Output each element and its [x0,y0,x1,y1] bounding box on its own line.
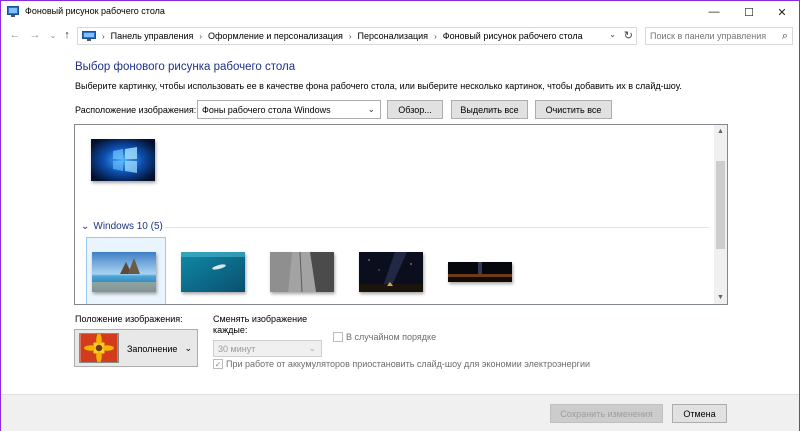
picture-location-value: Фоны рабочего стола Windows [202,104,331,115]
forward-arrow-icon[interactable]: → [27,27,43,43]
wallpaper-thumbnail[interactable] [270,252,334,292]
chevron-down-icon: ⌄ [184,343,192,353]
search-icon[interactable]: ⌕ [782,30,788,43]
wallpaper-thumbnail[interactable] [91,139,155,181]
picture-location-select[interactable]: Фоны рабочего стола Windows ⌄ [197,100,381,119]
chevron-down-icon: ⌄ [367,104,375,114]
picture-position-value: Заполнение [127,344,178,354]
breadcrumb-separator: › [348,31,352,41]
page-description: Выберите картинку, чтобы использовать ее… [75,81,682,91]
scroll-thumb[interactable] [716,161,725,249]
group-header[interactable]: ⌄ Windows 10 (5) [81,221,163,232]
refresh-icon[interactable]: ↻ [624,29,633,42]
chevron-down-icon: ⌄ [308,343,316,353]
group-title: Windows 10 (5) [93,221,163,232]
footer-bar: Сохранить изменения Отмена [1,394,799,431]
maximize-button[interactable]: ☐ [732,1,766,23]
change-interval-label: Сменять изображение каждые: [213,314,308,335]
shuffle-checkbox[interactable] [333,332,343,342]
wallpaper-thumbnail[interactable] [181,252,245,292]
control-panel-icon [82,31,96,41]
window-title: Фоновый рисунок рабочего стола [25,6,165,16]
address-bar[interactable]: › Панель управления › Оформление и персо… [77,27,637,45]
title-bar: Фоновый рисунок рабочего стола — ☐ ✕ [1,1,799,23]
clear-all-button[interactable]: Очистить все [535,100,612,119]
shuffle-label: В случайном порядке [346,332,437,342]
breadcrumb-desktop-background[interactable]: Фоновый рисунок рабочего стола [443,31,583,41]
address-dropdown-icon[interactable]: ⌄ [609,30,616,39]
window: Фоновый рисунок рабочего стола — ☐ ✕ ← →… [0,0,800,431]
scroll-up-icon[interactable]: ▲ [714,125,727,138]
control-panel-icon [7,6,19,17]
minimize-button[interactable]: — [697,1,731,23]
change-interval-value: 30 минут [218,343,256,354]
cancel-button[interactable]: Отмена [672,404,727,423]
wallpaper-thumbnail[interactable] [359,252,423,292]
group-divider [165,227,709,228]
breadcrumb-separator: › [199,31,203,41]
gallery-scrollbar[interactable]: ▲ ▼ [714,125,727,304]
wallpaper-thumbnail[interactable] [92,252,156,292]
scroll-down-icon[interactable]: ▼ [714,291,727,304]
search-input[interactable] [650,31,770,41]
change-interval-select[interactable]: 30 минут ⌄ [213,340,322,357]
browse-button[interactable]: Обзор... [387,100,443,119]
search-box[interactable]: ⌕ [645,27,793,45]
picture-position-select[interactable]: Заполнение ⌄ [74,329,198,367]
address-row: ← → ⌄ ↑ › Панель управления › Оформление… [1,25,799,47]
breadcrumb-separator: › [434,31,437,41]
fill-mode-icon [79,333,119,363]
page-title: Выбор фонового рисунка рабочего стола [75,61,296,73]
back-arrow-icon[interactable]: ← [7,27,23,43]
breadcrumb-appearance[interactable]: Оформление и персонализация [208,31,343,41]
chevron-down-icon[interactable]: ⌄ [81,221,89,232]
close-button[interactable]: ✕ [765,1,799,23]
breadcrumb-personalization[interactable]: Персонализация [358,31,429,41]
battery-pause-checkbox[interactable]: ✓ [213,359,223,369]
breadcrumb-separator: › [102,31,105,41]
picture-position-label: Положение изображения: [75,314,183,324]
save-changes-button[interactable]: Сохранить изменения [550,404,663,423]
select-all-button[interactable]: Выделить все [451,100,528,119]
up-arrow-icon[interactable]: ↑ [59,27,75,43]
wallpaper-thumbnail[interactable] [448,262,512,282]
battery-pause-label: При работе от аккумуляторов приостановит… [226,359,591,369]
breadcrumb-control-panel[interactable]: Панель управления [111,31,194,41]
picture-location-label: Расположение изображения: [75,105,197,115]
wallpaper-gallery[interactable]: ⌄ Windows 10 (5) ▲ ▼ [74,124,728,305]
